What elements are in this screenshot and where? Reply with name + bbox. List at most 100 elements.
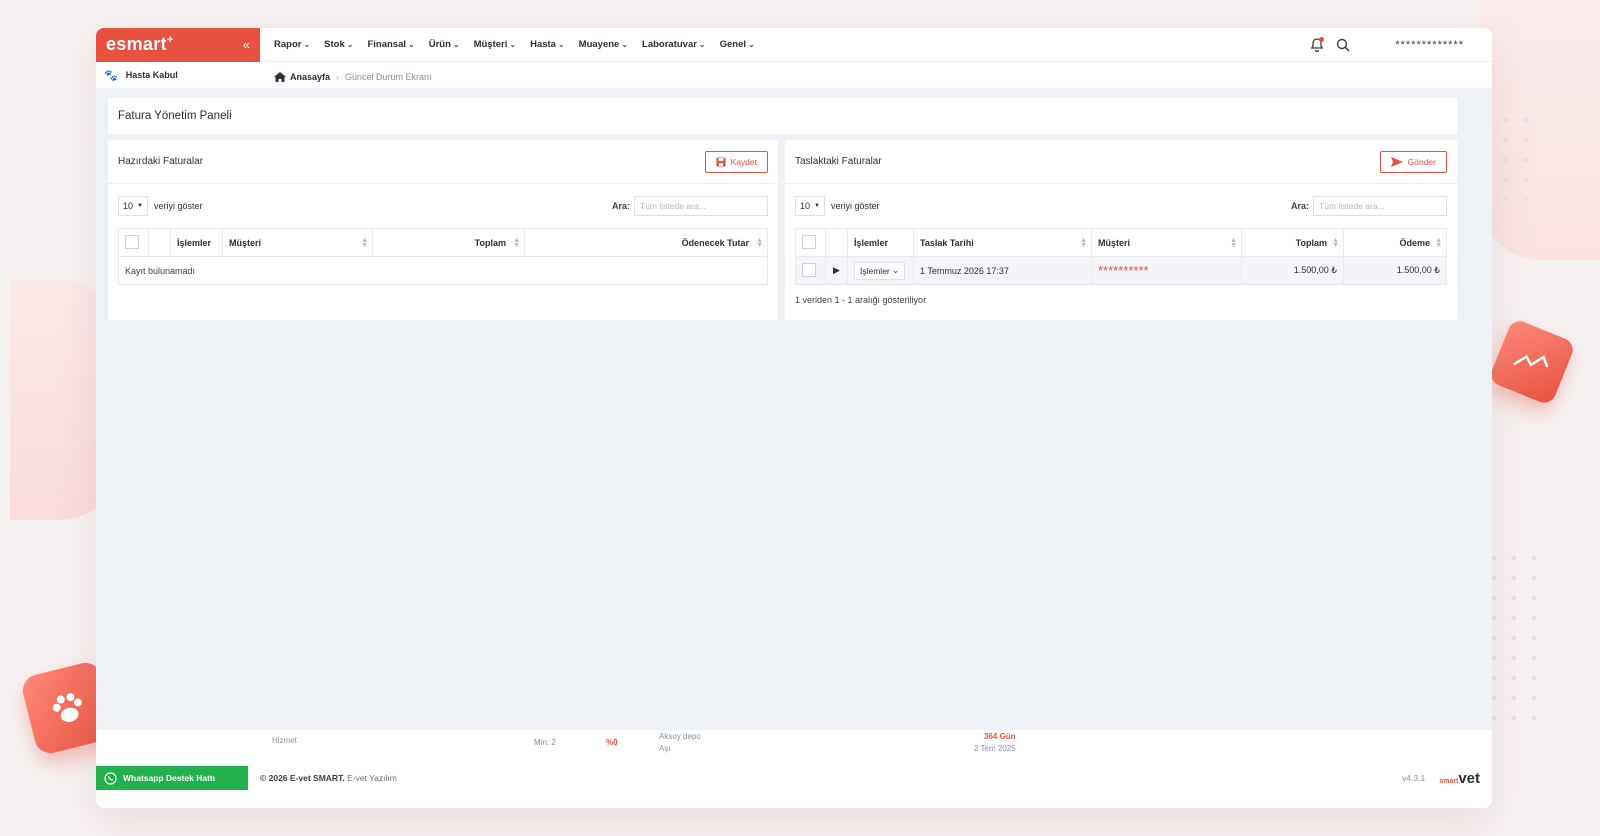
whatsapp-support-button[interactable]: Whatsapp Destek Hattı bbox=[96, 766, 248, 790]
select-all-checkbox[interactable] bbox=[125, 234, 139, 249]
save-icon bbox=[716, 157, 726, 166]
breadcrumb-home[interactable]: Anasayfa bbox=[274, 72, 330, 82]
search-icon[interactable] bbox=[1335, 37, 1351, 53]
chevron-down-icon: ⌄ bbox=[892, 265, 900, 275]
footer: Whatsapp Destek Hattı © 2026 E-vet SMART… bbox=[96, 766, 1492, 790]
chevron-down-icon: ⌄ bbox=[452, 40, 460, 49]
nav-item-rapor[interactable]: Rapor ⌄ bbox=[274, 39, 310, 50]
row-actions-dropdown[interactable]: İşlemler ⌄ bbox=[854, 261, 906, 280]
chevron-down-icon: ⌄ bbox=[509, 40, 517, 49]
col-islemler: İşlemler bbox=[170, 228, 223, 257]
col-taslak-tarihi[interactable]: Taslak Tarihi ▲ ▼ bbox=[913, 228, 1092, 257]
main-content: Fatura Yönetim Paneli Hazırdaki Faturala… bbox=[96, 88, 1492, 730]
save-button[interactable]: Kaydet bbox=[704, 150, 768, 173]
expand-row-icon[interactable]: ▶ bbox=[825, 256, 848, 285]
card-header: Hazırdaki Faturalar Kaydet bbox=[108, 140, 778, 184]
paw-icon: 🐾 bbox=[104, 69, 118, 82]
chart-decor-icon bbox=[1487, 317, 1577, 407]
brand-logo[interactable]: esmart+ bbox=[106, 34, 174, 55]
page-length-select[interactable]: 10 ▼ bbox=[795, 196, 825, 216]
col-odenecek-tutar[interactable]: Ödenecek Tutar ▲ ▼ bbox=[524, 228, 768, 257]
chevron-down-icon: ⌄ bbox=[303, 40, 311, 49]
days-label: 364 Gün bbox=[984, 732, 1016, 741]
breadcrumb-separator: › bbox=[336, 72, 340, 82]
nav-item-stok[interactable]: Stok ⌄ bbox=[324, 39, 353, 50]
col-toplam[interactable]: Toplam ▲ ▼ bbox=[1241, 228, 1344, 257]
chevron-down-icon: ⌄ bbox=[557, 40, 565, 49]
page-length: 10 ▼ veriyi göster bbox=[795, 196, 880, 216]
percent-label: %0 bbox=[606, 738, 618, 747]
nav-item-finansal[interactable]: Finansal ⌄ bbox=[367, 39, 414, 50]
sort-icon: ▲ ▼ bbox=[1332, 237, 1339, 249]
table-controls: 10 ▼ veriyi göster Ara: bbox=[108, 184, 778, 228]
notification-bell-icon[interactable] bbox=[1309, 36, 1325, 53]
page-length-select[interactable]: 10 ▼ bbox=[118, 196, 148, 216]
sort-icon: ▲ ▼ bbox=[1230, 237, 1237, 249]
caret-down-icon: ▼ bbox=[137, 203, 143, 209]
user-name[interactable]: ************* bbox=[1395, 39, 1464, 51]
nav-item-musteri[interactable]: Müşteri ⌄ bbox=[474, 39, 517, 50]
app-window: esmart+ « Rapor ⌄ Stok ⌄ Finansal ⌄ Ürün ⌄ M… bbox=[96, 28, 1492, 808]
card-header: Taslaktaki Faturalar Gönder bbox=[785, 140, 1457, 184]
hizmet-label: Hizmet bbox=[272, 736, 297, 745]
chevron-down-icon: ⌄ bbox=[748, 40, 755, 49]
table-row: Kayıt bulunamadı bbox=[118, 256, 768, 285]
breadcrumb-current: Güncel Durum Ekranı bbox=[345, 72, 432, 82]
col-odeme[interactable]: Ödeme ▲ ▼ bbox=[1343, 228, 1447, 257]
table-controls: 10 ▼ veriyi göster Ara: bbox=[785, 184, 1457, 228]
col-islemler: İşlemler bbox=[847, 228, 914, 257]
col-musteri[interactable]: Müşteri ▲ ▼ bbox=[222, 228, 373, 257]
search-input[interactable] bbox=[634, 196, 768, 216]
row-checkbox[interactable] bbox=[802, 262, 816, 277]
col-musteri[interactable]: Müşteri ▲ ▼ bbox=[1091, 228, 1242, 257]
hasta-kabul-link[interactable]: 🐾 Hasta Kabul bbox=[96, 62, 260, 88]
depo-label: Aksoy depo bbox=[659, 732, 701, 741]
cell-taslak-tarihi: 1 Temmuz 2026 17:37 bbox=[913, 256, 1092, 285]
asi-label: Aşı bbox=[659, 744, 671, 753]
search-input[interactable] bbox=[1313, 196, 1447, 216]
nav-item-urun[interactable]: Ürün ⌄ bbox=[429, 39, 460, 50]
top-bar: esmart+ « Rapor ⌄ Stok ⌄ Finansal ⌄ Ürün ⌄ M… bbox=[96, 28, 1492, 62]
chevron-down-icon: ⌄ bbox=[698, 40, 706, 49]
decor-dots-bottom bbox=[1484, 548, 1544, 728]
sort-icon: ▲ ▼ bbox=[756, 237, 763, 249]
draft-invoices-card: Taslaktaki Faturalar Gönder 10 ▼ veriyi g… bbox=[785, 140, 1457, 320]
caret-down-icon: ▼ bbox=[814, 203, 820, 209]
card-title: Taslaktaki Faturalar bbox=[795, 156, 882, 167]
cell-musteri[interactable]: ********** bbox=[1098, 263, 1149, 278]
select-all-header bbox=[118, 228, 149, 257]
chevron-down-icon: ⌄ bbox=[621, 40, 629, 49]
col-toplam[interactable]: Toplam ▲ ▼ bbox=[372, 228, 525, 257]
chevron-down-icon: ⌄ bbox=[346, 40, 354, 49]
sub-bar: 🐾 Hasta Kabul Anasayfa › Güncel Durum Ek… bbox=[96, 62, 1492, 88]
hasta-kabul-label: Hasta Kabul bbox=[125, 70, 178, 80]
sort-icon: ▲ ▼ bbox=[1080, 237, 1087, 249]
home-icon bbox=[274, 72, 286, 82]
whatsapp-icon bbox=[104, 771, 117, 785]
sort-icon: ▲ ▼ bbox=[513, 237, 520, 249]
date-label: 2 Tem 2025 bbox=[974, 744, 1016, 753]
send-icon bbox=[1390, 156, 1403, 167]
brand-area: esmart+ « bbox=[96, 28, 260, 62]
select-all-checkbox[interactable] bbox=[802, 234, 816, 249]
sort-icon: ▲ ▼ bbox=[1435, 237, 1442, 249]
min-label: Min: 2 bbox=[534, 738, 556, 747]
table-search: Ara: bbox=[612, 196, 768, 216]
notification-dot bbox=[1319, 36, 1325, 42]
chevron-down-icon: ⌄ bbox=[408, 40, 415, 49]
send-button[interactable]: Gönder bbox=[1379, 150, 1447, 173]
select-all-header bbox=[795, 228, 826, 257]
bottom-strip: Hizmet Min: 2 %0 Aksoy depo Aşı 364 Gün … bbox=[96, 730, 1492, 766]
top-right-tools: ************* bbox=[1309, 36, 1492, 53]
nav-item-muayene[interactable]: Muayene ⌄ bbox=[579, 39, 628, 50]
nav-item-laboratuvar[interactable]: Laboratuvar ⌄ bbox=[642, 39, 706, 50]
draft-invoices-table: İşlemler Taslak Tarihi ▲ ▼ Müşteri ▲ ▼ Topla… bbox=[795, 228, 1447, 285]
table-row[interactable]: ▶ İşlemler ⌄ 1 Temmuz 2026 17:37 *******… bbox=[795, 256, 1447, 285]
collapse-sidebar-icon[interactable]: « bbox=[243, 37, 250, 52]
breadcrumb: Anasayfa › Güncel Durum Ekranı bbox=[274, 72, 432, 82]
nav-item-hasta[interactable]: Hasta ⌄ bbox=[530, 39, 565, 50]
ready-invoices-table: İşlemler Müşteri ▲ ▼ Toplam ▲ ▼ Ödenecek Tut… bbox=[118, 228, 768, 285]
nav-item-genel[interactable]: Genel ⌄ bbox=[720, 39, 755, 50]
cell-toplam: 1.500,00 ₺ bbox=[1241, 256, 1344, 285]
table-info: 1 veriden 1 - 1 aralığı gösteriliyor bbox=[795, 295, 927, 305]
